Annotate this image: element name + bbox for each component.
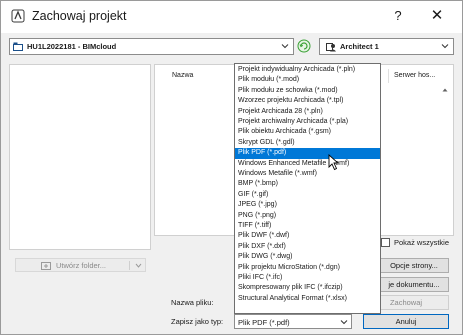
page-options-button[interactable]: Opcje strony... <box>379 258 449 273</box>
filetype-option[interactable]: Projekt indywidualny Archicada (*.pln) <box>235 65 380 75</box>
archicad-app-icon <box>11 9 25 23</box>
filetype-option[interactable]: Windows Enhanced Metafile (*.emf) <box>235 159 380 169</box>
save-project-dialog: Zachowaj projekt ? ✕ HU1L2022181 - BIMcl… <box>0 0 463 335</box>
scroll-up-arrow-icon[interactable] <box>442 87 448 93</box>
filetype-option[interactable]: Plik DXF (*.dxf) <box>235 242 380 252</box>
filetype-option[interactable]: Plik DWF (*.dwf) <box>235 231 380 241</box>
filetype-value: Plik PDF (*.pdf) <box>238 318 290 327</box>
filetype-option[interactable]: JPEG (*.jpg) <box>235 200 380 210</box>
filetype-option[interactable]: PNG (*.png) <box>235 211 380 221</box>
filetype-option[interactable]: TIFF (*.tiff) <box>235 221 380 231</box>
filetype-option[interactable]: Plik projektu MicroStation (*.dgn) <box>235 263 380 273</box>
user-role-icon <box>326 43 336 52</box>
filetype-option[interactable]: Skompresowany plik IFC (*.ifczip) <box>235 283 380 293</box>
show-all-label: Pokaż wszystkie <box>394 238 450 247</box>
column-header-name[interactable]: Nazwa <box>172 72 193 79</box>
dialog-title: Zachowaj projekt <box>32 9 127 23</box>
cancel-button[interactable]: Anuluj <box>363 314 449 329</box>
column-header-server[interactable]: Serwer hos... <box>394 72 435 79</box>
chevron-down-icon[interactable] <box>135 262 142 269</box>
filetype-option[interactable]: Pliki IFC (*.ifc) <box>235 273 380 283</box>
chevron-down-icon <box>441 44 449 49</box>
mouse-cursor-icon <box>328 154 340 171</box>
location-value: HU1L2022181 - BIMcloud <box>27 42 117 51</box>
new-folder-icon <box>41 262 51 270</box>
chevron-down-icon <box>340 320 348 325</box>
filetype-option[interactable]: BMP (*.bmp) <box>235 179 380 189</box>
filetype-dropdown-list[interactable]: Projekt indywidualny Archicada (*.pln) Pl… <box>234 63 381 314</box>
bimcloud-server-icon <box>13 42 23 51</box>
filetype-option[interactable]: Plik modułu ze schowka (*.mod) <box>235 86 380 96</box>
filetype-label: Zapisz jako typ: <box>171 317 224 326</box>
role-value: Architect 1 <box>340 42 379 51</box>
filetype-option[interactable]: GIF (*.gif) <box>235 190 380 200</box>
filetype-option[interactable]: Plik modułu (*.mod) <box>235 75 380 85</box>
refresh-icon[interactable] <box>297 39 311 53</box>
new-folder-button[interactable]: Utwórz folder... <box>15 258 146 272</box>
show-all-checkbox[interactable] <box>381 238 390 247</box>
filetype-dropdown[interactable]: Plik PDF (*.pdf) <box>234 314 352 329</box>
filetype-option[interactable]: Plik PDF (*.pdf) <box>235 148 380 159</box>
filename-label: Nazwa pliku: <box>171 298 214 307</box>
column-divider[interactable] <box>388 69 389 83</box>
filetype-option[interactable]: Plik DWG (*.dwg) <box>235 252 380 262</box>
split-divider <box>129 261 130 270</box>
location-dropdown[interactable]: HU1L2022181 - BIMcloud <box>9 38 294 55</box>
filetype-option[interactable]: Wzorzec projektu Archicada (*.tpl) <box>235 96 380 106</box>
filetype-option[interactable]: Projekt archiwalny Archicada (*.pla) <box>235 117 380 127</box>
chevron-down-icon <box>281 44 289 49</box>
new-folder-label: Utwórz folder... <box>56 261 107 270</box>
help-button[interactable]: ? <box>390 6 406 26</box>
filetype-option[interactable]: Skrypt GDL (*.gdl) <box>235 138 380 148</box>
filetype-option[interactable]: Plik obiektu Archicada (*.gsm) <box>235 127 380 137</box>
document-options-button[interactable]: je dokumentu... <box>379 277 449 292</box>
close-button[interactable]: ✕ <box>427 6 447 26</box>
title-bar: Zachowaj projekt ? ✕ <box>1 1 462 33</box>
filetype-option[interactable]: Projekt Archicada 28 (*.pln) <box>235 107 380 117</box>
filetype-option[interactable]: Windows Metafile (*.wmf) <box>235 169 380 179</box>
folder-tree-pane[interactable] <box>9 64 151 250</box>
role-dropdown[interactable]: Architect 1 <box>319 38 454 55</box>
filetype-option[interactable]: Structural Analytical Format (*.xlsx) <box>235 294 380 304</box>
